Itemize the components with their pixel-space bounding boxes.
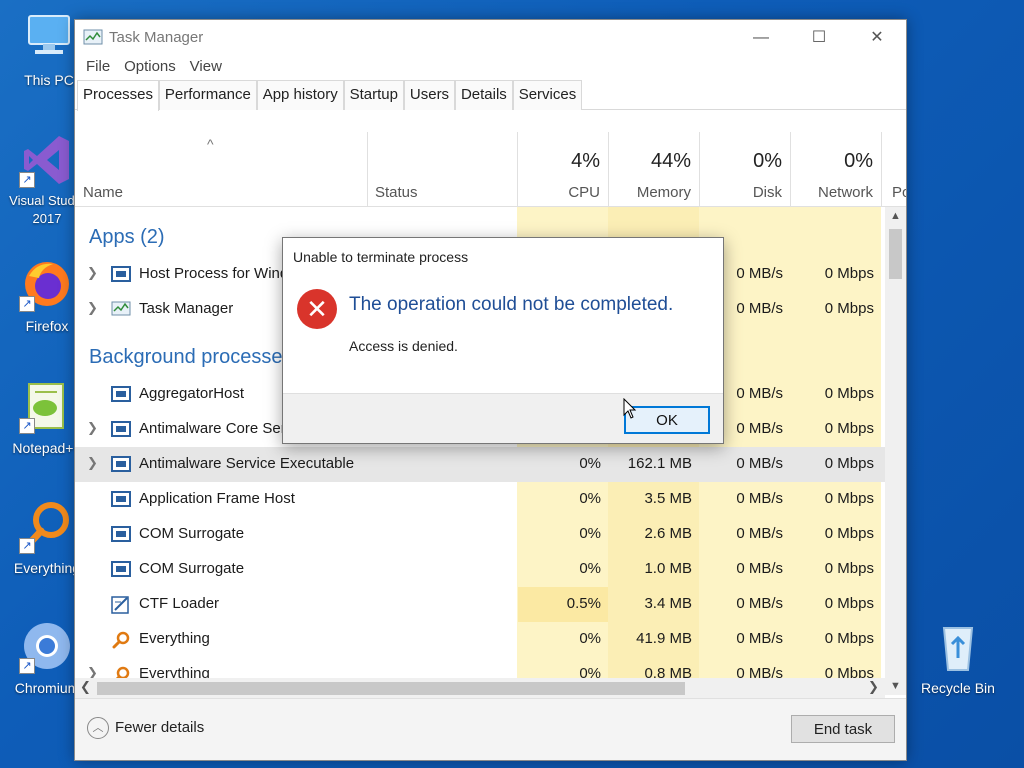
process-row[interactable]: COM Surrogate 0% 1.0 MB 0 MB/s 0 Mbps: [75, 552, 885, 587]
recycle-bin-icon: [930, 618, 986, 674]
tab-details[interactable]: Details: [454, 80, 513, 110]
expand-chevron-icon[interactable]: ❯: [87, 300, 98, 316]
vertical-scroll-thumb[interactable]: [889, 229, 902, 279]
process-row[interactable]: Everything 0% 41.9 MB 0 MB/s 0 Mbps: [75, 622, 885, 657]
desktop-icon-recycle-bin[interactable]: Recycle Bin: [913, 618, 1003, 698]
menu-bar: File Options View: [75, 56, 906, 80]
tab-startup[interactable]: Startup: [343, 80, 404, 110]
process-row-selected[interactable]: ❯ Antimalware Service Executable 0% 162.…: [75, 447, 885, 482]
everything-icon: [111, 631, 131, 649]
process-icon: [111, 421, 131, 437]
process-icon: [111, 266, 131, 282]
column-header-disk[interactable]: 0% Disk: [699, 132, 790, 207]
tab-processes[interactable]: Processes: [77, 80, 160, 111]
network-total-percent: 0%: [844, 150, 873, 172]
shortcut-arrow-icon: ↗: [19, 418, 35, 434]
tab-users[interactable]: Users: [403, 80, 456, 110]
process-icon: [111, 386, 131, 402]
maximize-button[interactable]: ☐: [790, 20, 848, 56]
process-row[interactable]: CTF Loader 0.5% 3.4 MB 0 MB/s 0 Mbps: [75, 587, 885, 622]
shortcut-arrow-icon: ↗: [19, 172, 35, 188]
chromium-icon: ↗: [19, 618, 75, 674]
process-icon: [111, 456, 131, 472]
close-button[interactable]: ✕: [848, 20, 906, 56]
vertical-scrollbar[interactable]: ▲ ▼: [885, 207, 906, 695]
task-manager-icon: [83, 29, 103, 47]
footer: ︿ Fewer details End task: [75, 698, 906, 760]
column-divider[interactable]: [881, 132, 882, 207]
expand-chevron-icon[interactable]: ❯: [87, 265, 98, 281]
tab-app-history[interactable]: App history: [256, 80, 344, 110]
window-title: Task Manager: [109, 29, 204, 46]
memory-total-percent: 44%: [650, 150, 691, 172]
error-icon: ✕: [297, 289, 337, 329]
collapse-chevron-icon: ︿: [87, 717, 109, 739]
shortcut-arrow-icon: ↗: [19, 296, 35, 312]
fewer-details-button[interactable]: ︿ Fewer details: [87, 717, 204, 739]
end-task-button[interactable]: End task: [791, 715, 895, 743]
process-icon: [111, 491, 131, 507]
dialog-content-text: Access is denied.: [349, 338, 458, 354]
notepad-plus-plus-icon: ↗: [19, 378, 75, 434]
process-row[interactable]: Application Frame Host 0% 3.5 MB 0 MB/s …: [75, 482, 885, 517]
tab-performance[interactable]: Performance: [158, 80, 257, 110]
expand-chevron-icon[interactable]: ❯: [87, 455, 98, 471]
column-header-network[interactable]: 0% Network: [790, 132, 881, 207]
column-header-status[interactable]: Status: [367, 132, 517, 207]
minimize-button[interactable]: —: [732, 20, 790, 56]
process-icon: [111, 526, 131, 542]
scroll-down-arrow-icon[interactable]: ▼: [890, 680, 901, 692]
column-header-name[interactable]: Name: [75, 132, 367, 207]
visual-studio-icon: ↗: [19, 132, 75, 188]
dialog-button-bar: OK: [283, 393, 723, 443]
firefox-icon: ↗: [19, 256, 75, 312]
menu-view[interactable]: View: [185, 56, 227, 77]
desktop-icon-label: Recycle Bin: [921, 680, 995, 696]
task-manager-icon: [111, 301, 131, 317]
tab-services[interactable]: Services: [512, 80, 583, 110]
column-header-power[interactable]: Po: [883, 132, 906, 207]
error-dialog: Unable to terminate process ✕ The operat…: [282, 237, 724, 444]
computer-icon: [21, 10, 77, 66]
horizontal-scroll-thumb[interactable]: [97, 682, 685, 695]
everything-search-icon: ↗: [19, 498, 75, 554]
scroll-right-arrow-icon[interactable]: ❯: [868, 679, 879, 695]
column-header-memory[interactable]: 44% Memory: [608, 132, 699, 207]
menu-options[interactable]: Options: [119, 56, 181, 77]
column-header-cpu[interactable]: 4% CPU: [517, 132, 608, 207]
scroll-left-arrow-icon[interactable]: ❮: [80, 679, 91, 695]
title-bar[interactable]: Task Manager — ☐ ✕: [75, 20, 906, 56]
cpu-total-percent: 4%: [571, 150, 600, 172]
horizontal-scrollbar[interactable]: ❮ ❯: [75, 678, 885, 699]
scroll-up-arrow-icon[interactable]: ▲: [890, 210, 901, 222]
menu-file[interactable]: File: [81, 56, 115, 77]
shortcut-arrow-icon: ↗: [19, 658, 35, 674]
mouse-cursor-icon: [623, 398, 637, 419]
process-icon: [111, 561, 131, 577]
dialog-main-instruction: The operation could not be completed.: [349, 294, 674, 315]
process-row[interactable]: COM Surrogate 0% 2.6 MB 0 MB/s 0 Mbps: [75, 517, 885, 552]
shortcut-arrow-icon: ↗: [19, 538, 35, 554]
group-header-background-processes[interactable]: Background processes: [89, 346, 292, 369]
ctf-loader-icon: [111, 596, 131, 614]
tab-bar: Processes Performance App history Startu…: [75, 80, 906, 111]
column-headers: ^ Name Status 4% CPU 44% Memory 0% Disk …: [75, 132, 906, 207]
disk-total-percent: 0%: [753, 150, 782, 172]
dialog-title: Unable to terminate process: [293, 249, 469, 265]
expand-chevron-icon[interactable]: ❯: [87, 420, 98, 436]
group-header-apps[interactable]: Apps (2): [89, 226, 165, 249]
